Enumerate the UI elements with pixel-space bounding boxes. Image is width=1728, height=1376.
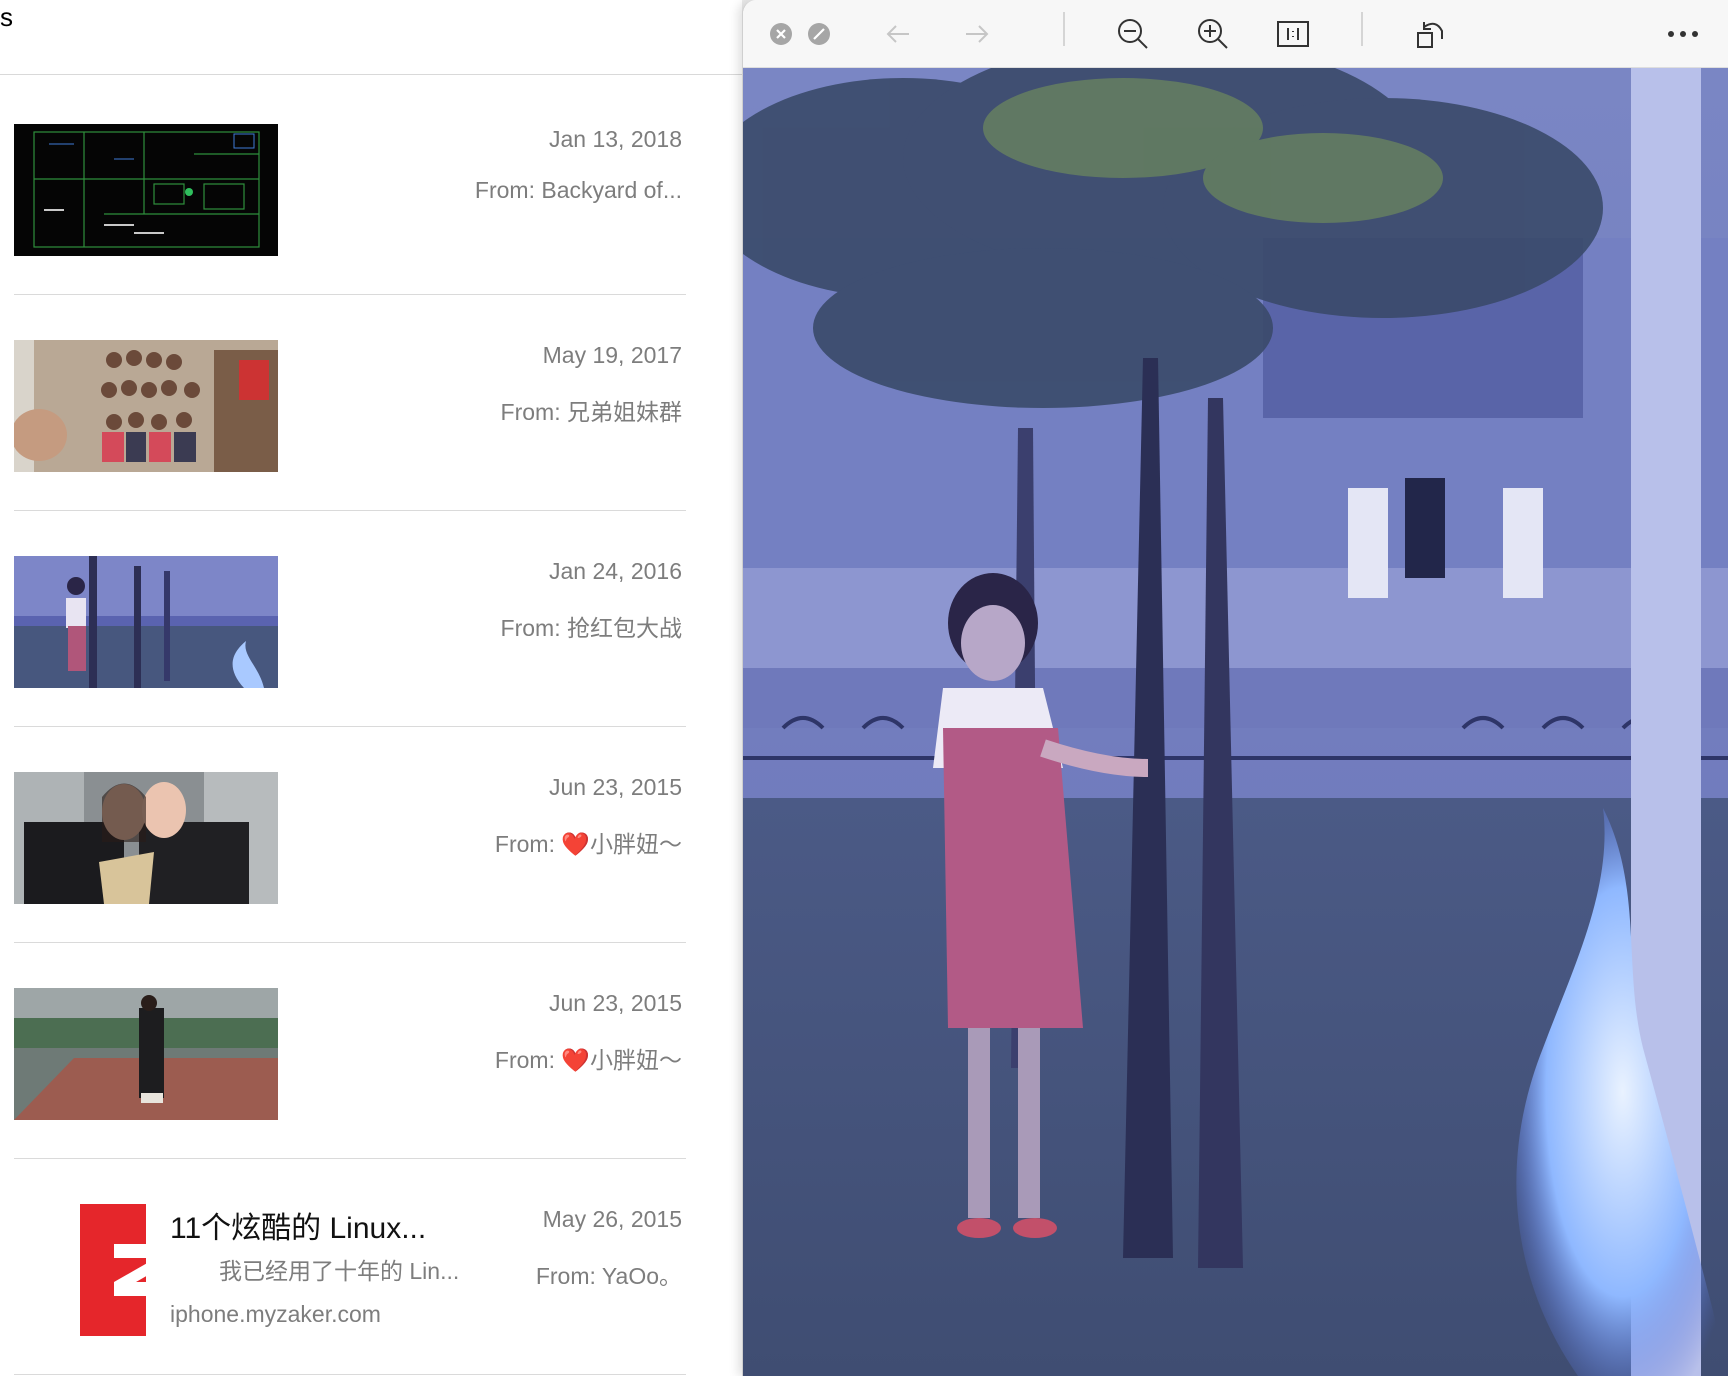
forward-arrow-icon[interactable] (957, 14, 997, 54)
message-date: Jan 24, 2016 (548, 558, 682, 584)
message-date: Jan 13, 2018 (548, 126, 682, 152)
link-item[interactable]: 11个炫酷的 Linux... 我已经用了十年的 Lin... iphone.m… (14, 1159, 686, 1375)
message-sender: From: ❤️小胖妞～ (495, 1041, 682, 1075)
sender-name: Backyard of... (541, 177, 682, 203)
actual-size-icon[interactable] (1273, 14, 1313, 54)
girl-tree-photo-thumbnail[interactable] (14, 556, 278, 688)
toolbar-divider (1063, 12, 1065, 46)
zoom-out-icon[interactable] (1113, 14, 1153, 54)
message-sender: From: 抢红包大战 (501, 609, 682, 643)
heart-icon: ❤️ (561, 831, 590, 857)
more-icon[interactable] (1663, 14, 1703, 54)
from-label: From: (474, 177, 535, 203)
sender-name: 兄弟姐妹群 (567, 399, 682, 425)
message-sender: From: 兄弟姐妹群 (501, 393, 682, 427)
message-date: May 26, 2015 (542, 1206, 682, 1232)
list-item[interactable]: May 19, 2017 From: 兄弟姐妹群 (14, 295, 686, 511)
message-sender: From: Backyard of... (475, 177, 682, 204)
toolbar-divider (1361, 12, 1363, 46)
link-snippet: 我已经用了十年的 Lin... (219, 1258, 460, 1284)
list-header: s (0, 0, 742, 75)
family-photo-thumbnail[interactable] (14, 340, 278, 472)
from-label: From: (494, 1047, 555, 1073)
list-item[interactable]: Jun 23, 2015 From: ❤️小胖妞～ (14, 943, 686, 1159)
message-sender: From: ❤️小胖妞～ (495, 825, 682, 859)
graduation-selfie-thumbnail[interactable] (14, 772, 278, 904)
graduation-walkway-thumbnail[interactable] (14, 988, 278, 1120)
sender-name: YaOo。 (601, 1263, 682, 1289)
zoom-in-icon[interactable] (1193, 14, 1233, 54)
list-item[interactable]: Jan 13, 2018 From: Backyard of... (14, 79, 686, 295)
from-label: From: (494, 831, 555, 857)
rotate-icon[interactable] (1411, 14, 1451, 54)
sender-name: 小胖妞～ (590, 1047, 682, 1073)
link-title: 11个炫酷的 Linux... (170, 1212, 427, 1245)
chat-media-list: s Jan 13, 2018 From: Backyard of... May … (0, 0, 742, 1376)
minimize-icon[interactable] (799, 14, 839, 54)
list-item[interactable]: Jun 23, 2015 From: ❤️小胖妞～ (14, 727, 686, 943)
from-label: From: (535, 1263, 596, 1289)
sender-name: 抢红包大战 (567, 615, 682, 641)
sender-name: 小胖妞～ (590, 831, 682, 857)
message-sender: From: YaOo。 (536, 1257, 682, 1291)
message-date: May 19, 2017 (542, 342, 682, 368)
message-date: Jun 23, 2015 (548, 774, 682, 800)
message-date: Jun 23, 2015 (548, 990, 682, 1016)
viewer-toolbar (743, 0, 1728, 68)
list-item[interactable]: Jan 24, 2016 From: 抢红包大战 (14, 511, 686, 727)
heart-icon: ❤️ (561, 1047, 590, 1073)
zaker-app-icon[interactable] (14, 1204, 146, 1336)
viewed-photo[interactable] (743, 68, 1728, 1376)
back-arrow-icon[interactable] (878, 14, 918, 54)
cad-floorplan-thumbnail[interactable] (14, 124, 278, 256)
pane-title: s (0, 2, 13, 32)
link-domain: iphone.myzaker.com (170, 1301, 381, 1327)
close-icon[interactable] (761, 14, 801, 54)
from-label: From: (500, 615, 561, 641)
image-viewer-window (742, 0, 1728, 1376)
from-label: From: (500, 399, 561, 425)
